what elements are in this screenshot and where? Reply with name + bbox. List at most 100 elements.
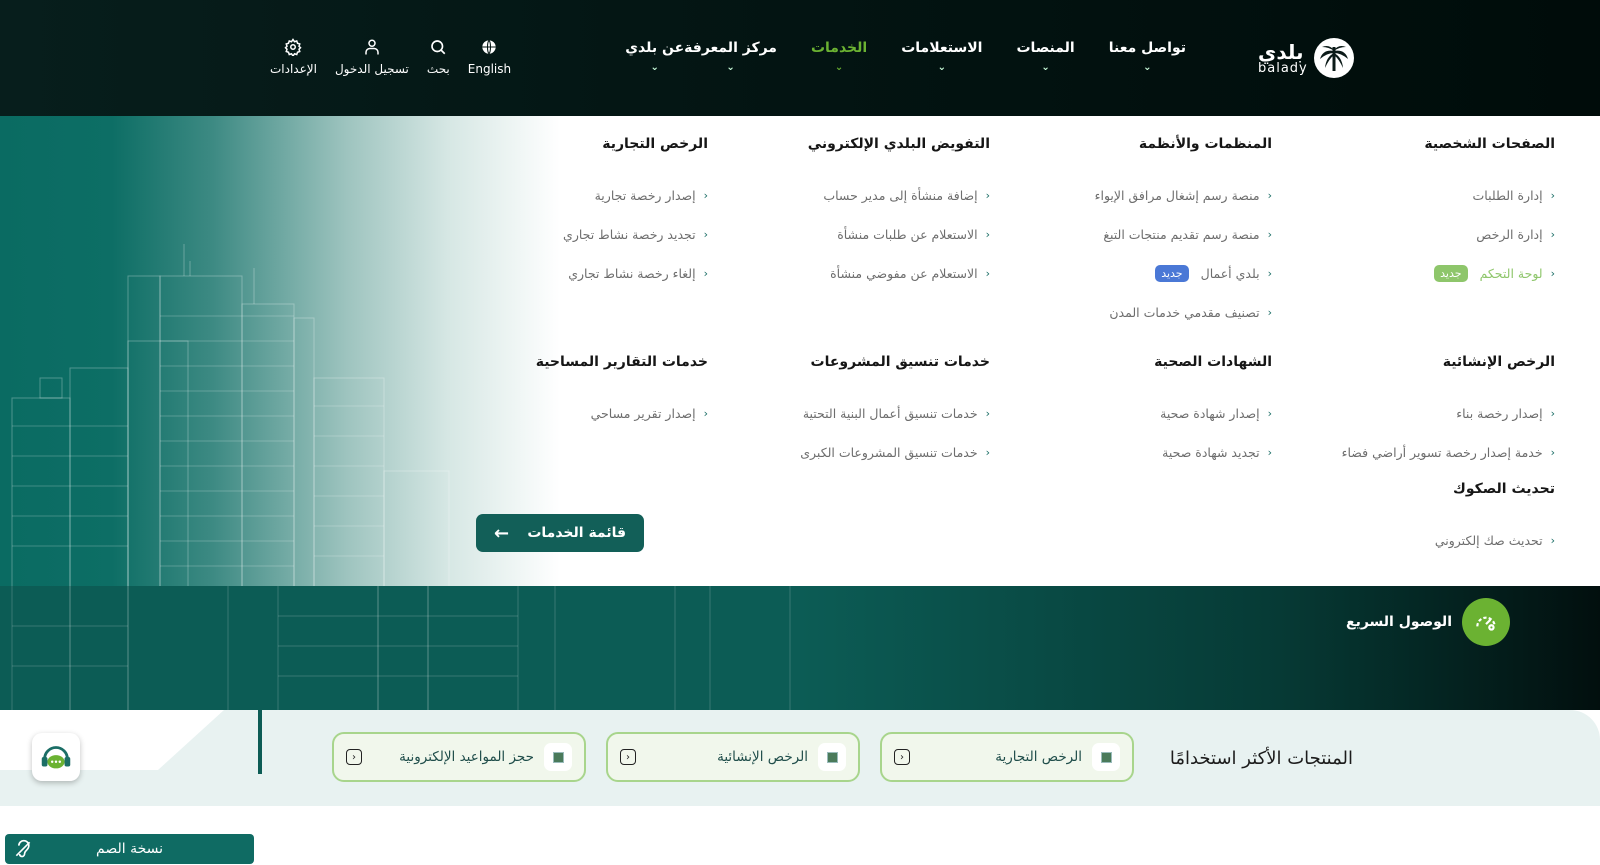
speedometer-icon [1462, 598, 1510, 646]
menu-link[interactable]: ‹ إدارة الرخص [1335, 215, 1555, 254]
link-label: إصدار رخصة تجارية [594, 188, 696, 203]
menu-column-construction-licenses: الرخص الإنشائية ‹ إصدار رخصة بناء ‹ خدمة إ… [1295, 354, 1555, 472]
chevron-left-icon: ‹ [1550, 446, 1555, 459]
nav-contact-us[interactable]: تواصل معنا ⌄ [1109, 40, 1186, 73]
column-heading: تحديث الصكوك [1453, 481, 1555, 497]
ear-icon [13, 839, 33, 863]
menu-column-project-coordination: خدمات تنسيق المشروعات ‹ خدمات تنسيق أعمال… [750, 354, 990, 472]
chevron-left-icon: ‹ [1550, 534, 1555, 547]
menu-link[interactable]: ‹ منصة رسم تقديم منتجات التبغ [1032, 215, 1272, 254]
menu-column-commercial-licenses: الرخص التجارية ‹ إصدار رخصة تجارية ‹ تجديد… [528, 136, 708, 293]
menu-link[interactable]: ‹ خدمات تنسيق المشروعات الكبرى [750, 433, 990, 472]
most-used-title: المنتجات الأكثر استخدامًا [1169, 748, 1353, 769]
language-switch[interactable]: English [468, 38, 511, 76]
quick-access[interactable]: الوصول السريع [1346, 598, 1510, 646]
column-heading: المنظمات والأنظمة [1138, 136, 1272, 152]
most-used-card-construction[interactable]: الرخص الإنشائية ‹ [606, 732, 860, 782]
link-label: إصدار تقرير مساحي [590, 406, 696, 421]
link-label: إصدار رخصة بناء [1456, 406, 1543, 421]
column-heading: التفويض البلدي الإلكتروني [807, 136, 990, 152]
column-heading: الرخص الإنشائية [1442, 354, 1555, 370]
top-header: بلدي balady عن بلدي ⌄ مركز المعرفة ⌄ الخدم… [0, 0, 1600, 116]
button-label: قائمة الخدمات [527, 525, 626, 541]
menu-link[interactable]: ‹ إدارة الطلبات [1335, 176, 1556, 215]
menu-link[interactable]: ‹ منصة رسم إشغال مرافق الإيواء [1032, 176, 1272, 215]
menu-link[interactable]: ‹ لوحة التحكم جديد [1335, 254, 1555, 293]
chevron-down-icon: ⌄ [1041, 62, 1050, 73]
gear-icon [284, 38, 303, 56]
link-label: خدمة إصدار رخصة تسوير أراضي فضاء [1341, 445, 1543, 460]
services-list-button[interactable]: قائمة الخدمات ← [476, 514, 644, 552]
nav-label: الخدمات [810, 40, 868, 56]
link-label: إصدار شهادة صحية [1160, 406, 1260, 421]
menu-link[interactable]: ‹ تجديد رخصة نشاط تجاري [528, 215, 708, 254]
column-heading: خدمات تنسيق المشروعات [810, 354, 990, 370]
tool-label: الإعدادات [270, 62, 317, 76]
menu-column-personal-pages: الصفحات الشخصية ‹ إدارة الطلبات ‹ إدارة ال… [1335, 136, 1555, 293]
calendar-icon [544, 743, 572, 771]
card-label: الرخص الإنشائية [717, 749, 808, 765]
chevron-left-icon: ‹ [1267, 189, 1272, 202]
palm-tree-icon [1313, 38, 1354, 78]
chevron-left-icon: ‹ [1550, 267, 1555, 280]
new-badge: جديد [1434, 265, 1468, 282]
menu-link[interactable]: ‹ خدمات تنسيق أعمال البنية التحتية [750, 394, 990, 433]
menu-link[interactable]: ‹ إصدار رخصة بناء [1295, 394, 1555, 433]
menu-column-organizations: المنظمات والأنظمة ‹ منصة رسم إشغال مرافق … [1032, 136, 1272, 332]
card-label: حجز المواعيد الإلكترونية [399, 749, 534, 765]
nav-about-balady[interactable]: عن بلدي ⌄ [625, 40, 684, 73]
menu-link[interactable]: ‹ إصدار تقرير مساحي [528, 394, 708, 433]
nav-label: تواصل معنا [1108, 40, 1186, 56]
tool-label: بحث [426, 62, 450, 76]
menu-link[interactable]: ‹ إضافة منشأة إلى مدير حساب [750, 176, 990, 215]
link-label: خدمات تنسيق المشروعات الكبرى [800, 445, 978, 460]
menu-link[interactable]: ‹ خدمة إصدار رخصة تسوير أراضي فضاء [1295, 433, 1555, 472]
nav-inquiries[interactable]: الاستعلامات ⌄ [901, 40, 982, 73]
search-icon [429, 38, 447, 56]
column-heading: الشهادات الصحية [1154, 354, 1272, 370]
link-label: تجديد شهادة صحية [1162, 445, 1260, 460]
menu-link[interactable]: ‹ الاستعلام عن طلبات منشأة [750, 215, 990, 254]
chevron-left-icon: ‹ [1267, 446, 1272, 459]
login-button[interactable]: تسجيل الدخول [335, 38, 409, 76]
balady-logo[interactable]: بلدي balady [1258, 36, 1354, 80]
link-label: منصة رسم تقديم منتجات التبغ [1103, 227, 1260, 242]
chevron-left-icon: ‹ [985, 189, 990, 202]
link-label: الاستعلام عن طلبات منشأة [837, 227, 978, 242]
new-badge: جديد [1155, 265, 1189, 282]
most-used-card-appointments[interactable]: حجز المواعيد الإلكترونية ‹ [332, 732, 586, 782]
link-label: تجديد رخصة نشاط تجاري [563, 227, 696, 242]
menu-link[interactable]: ‹ إصدار شهادة صحية [1032, 394, 1272, 433]
chevron-down-icon: ⌄ [726, 62, 735, 73]
most-used-card-commercial[interactable]: الرخص التجارية ‹ [880, 732, 1134, 782]
quick-access-label: الوصول السريع [1346, 614, 1452, 630]
search-button[interactable]: بحث [427, 38, 450, 76]
chevron-down-icon: ⌄ [937, 62, 947, 73]
chevron-left-icon: ‹ [985, 228, 990, 241]
nav-label: الاستعلامات [901, 40, 983, 56]
nav-services[interactable]: الخدمات ⌄ [811, 40, 867, 73]
menu-link[interactable]: ‹ بلدي أعمال جديد [1032, 254, 1272, 293]
menu-link[interactable]: ‹ إصدار رخصة تجارية [528, 176, 708, 215]
chevron-left-icon: ‹ [703, 407, 708, 420]
city-illustration [0, 116, 560, 586]
menu-column-delegation: التفويض البلدي الإلكتروني ‹ إضافة منشأة إ… [750, 136, 990, 293]
link-label: بلدي أعمال [1200, 266, 1260, 281]
chevron-left-icon: ‹ [620, 749, 636, 765]
menu-link[interactable]: ‹ تجديد شهادة صحية [1032, 433, 1272, 472]
chevron-left-icon: ‹ [1550, 407, 1555, 420]
support-chat-button[interactable] [32, 733, 80, 781]
settings-button[interactable]: الإعدادات [270, 38, 317, 76]
menu-link[interactable]: ‹ تحديث صك إلكتروني [1295, 521, 1555, 560]
menu-link[interactable]: ‹ الاستعلام عن مفوضي منشأة [750, 254, 990, 293]
menu-column-health-certificates: الشهادات الصحية ‹ إصدار شهادة صحية ‹ تجديد… [1032, 354, 1272, 472]
nav-knowledge-center[interactable]: مركز المعرفة ⌄ [684, 40, 777, 73]
nav-platforms[interactable]: المنصات ⌄ [1016, 40, 1074, 73]
user-icon [363, 38, 381, 56]
deaf-version-label: نسخة الصم [96, 841, 163, 857]
menu-link[interactable]: ‹ تصنيف مقدمي خدمات المدن [1032, 293, 1272, 332]
tool-label: تسجيل الدخول [334, 62, 409, 76]
deaf-version-button[interactable]: نسخة الصم [5, 834, 254, 864]
menu-link[interactable]: ‹ إلغاء رخصة نشاط تجاري [528, 254, 708, 293]
link-label: الاستعلام عن مفوضي منشأة [830, 266, 978, 281]
